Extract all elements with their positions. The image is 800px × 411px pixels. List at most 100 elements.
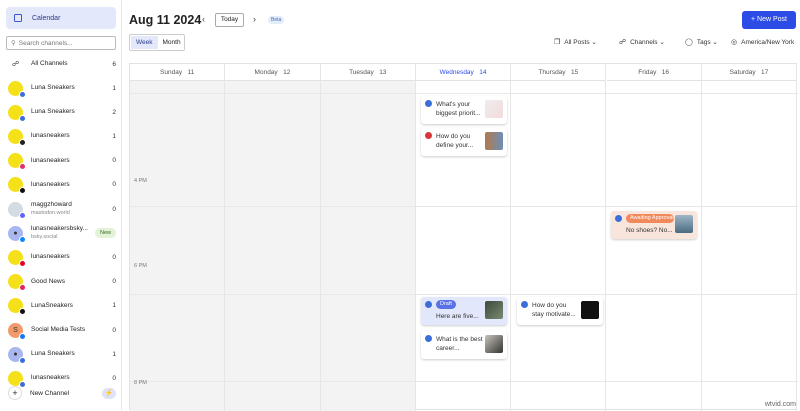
channel-item[interactable]: lunasneakers 0	[8, 175, 116, 195]
posts-icon: ❐	[554, 39, 561, 46]
search-channels[interactable]: ⚲	[6, 36, 116, 50]
time-label: 8 PM	[134, 380, 147, 386]
channel-item[interactable]: LunaSneakers 1	[8, 296, 116, 316]
platform-badge-icon	[19, 332, 26, 340]
channel-item[interactable]: maggzhoward mastodon.world 0	[8, 199, 116, 219]
channel-count: 1	[112, 302, 116, 310]
today-button[interactable]: Today	[215, 13, 244, 27]
platform-badge-icon	[19, 114, 26, 122]
channel-name: lunasneakers	[31, 180, 70, 188]
channel-name: maggzhoward mastodon.world	[31, 201, 104, 217]
channel-count: 2	[112, 108, 116, 116]
channels-filter[interactable]: ☍ Channels ⌄	[619, 38, 665, 47]
channel-name: Luna Sneakers	[31, 108, 75, 116]
channel-count: 0	[112, 278, 116, 286]
all-posts-filter[interactable]: ❐ All Posts ⌄	[554, 38, 597, 47]
prev-week-button[interactable]: ‹	[202, 14, 205, 24]
channel-name: lunasneakersbsky... bsky.social	[31, 225, 95, 241]
new-post-button[interactable]: + New Post	[742, 11, 796, 29]
beta-badge: Beta	[268, 16, 285, 24]
channel-name: Social Media Tests	[31, 326, 86, 333]
day-header: Friday 16	[606, 64, 701, 81]
channel-name: LunaSneakers	[31, 301, 73, 309]
channel-name: lunasneakers	[31, 132, 70, 140]
post-thumbnail	[581, 301, 599, 319]
post-thumbnail	[675, 215, 693, 233]
channel-avatar	[8, 274, 26, 292]
post-card[interactable]: How do you stay motivate...	[517, 297, 603, 325]
channel-item[interactable]: lunasneakers 0	[8, 151, 116, 171]
hour-line	[130, 206, 798, 207]
platform-badge-icon	[19, 235, 26, 243]
all-channels-item[interactable]: ☍ All Channels 6	[8, 54, 116, 74]
hour-line	[130, 294, 798, 295]
new-channel-button[interactable]: + New Channel ⚡	[8, 385, 116, 401]
channel-item[interactable]: ● lunasneakersbsky... bsky.social New	[8, 223, 116, 243]
channel-name: lunasneakers	[31, 253, 70, 261]
channels-icon: ☍	[619, 39, 627, 46]
post-text: What's your biggest priorit...	[436, 101, 481, 117]
channel-item[interactable]: lunasneakers 1	[8, 126, 116, 146]
post-text: How do you stay motivate...	[532, 302, 576, 318]
channel-count: 0	[112, 181, 116, 189]
channel-avatar	[8, 153, 26, 171]
post-thumbnail	[485, 301, 503, 319]
post-thumbnail	[485, 100, 503, 118]
post-card[interactable]: Awaiting Approval No shoes? No...	[611, 211, 697, 239]
day-column[interactable]: Sunday 11	[130, 64, 226, 411]
tags-filter[interactable]: ◯ Tags ⌄	[685, 38, 718, 47]
channel-item[interactable]: ● Luna Sneakers 1	[8, 344, 116, 364]
status-badge: Awaiting Approval	[626, 214, 674, 223]
post-text: No shoes? No...	[626, 227, 673, 234]
channel-avatar	[8, 177, 26, 195]
tag-icon: ◯	[685, 39, 693, 46]
day-column[interactable]: Monday 12	[225, 64, 321, 411]
day-header: Monday 12	[225, 64, 320, 81]
channel-item[interactable]: lunasneakers 0	[8, 247, 116, 267]
channel-item[interactable]: Luna Sneakers 1	[8, 78, 116, 98]
calendar-label: Calendar	[32, 14, 61, 22]
post-card[interactable]: How do you define your...	[421, 128, 507, 156]
bolt-icon[interactable]: ⚡	[102, 387, 116, 399]
filter-label: Tags	[696, 38, 711, 46]
filter-label: America/New York	[741, 38, 795, 46]
globe-icon: ◎	[731, 39, 738, 46]
time-label: 4 PM	[134, 178, 147, 184]
platform-badge-icon	[19, 90, 26, 98]
day-header: Sunday 11	[130, 64, 225, 81]
channels-icon: ☍	[8, 56, 23, 72]
post-card[interactable]: Draft Here are five...	[421, 297, 507, 325]
status-badge: Draft	[436, 300, 456, 309]
platform-icon	[425, 335, 432, 342]
next-week-button[interactable]: ›	[253, 14, 256, 24]
day-column[interactable]: Tuesday 13	[320, 64, 416, 411]
channel-count: 0	[112, 157, 116, 165]
channel-item[interactable]: Good News 0	[8, 272, 116, 292]
channel-avatar	[8, 104, 26, 122]
tab-month[interactable]: Month	[158, 36, 186, 49]
platform-badge-icon	[19, 356, 26, 364]
channel-name: Good News	[31, 277, 65, 285]
day-column[interactable]: Thursday 15	[511, 64, 607, 411]
post-thumbnail	[485, 335, 503, 353]
channel-avatar	[8, 298, 26, 316]
channel-count: 1	[112, 84, 116, 92]
post-card[interactable]: What's your biggest priorit...	[421, 96, 507, 124]
timezone-selector[interactable]: ◎ America/New York	[731, 38, 795, 47]
week-calendar: Sunday 11 Monday 12 Tuesday 13 Wednesday 14…	[129, 63, 798, 411]
sidebar: Calendar ⚲ ☍ All Channels 6 Luna Sneakers …	[0, 0, 122, 410]
channel-item[interactable]: Luna Sneakers 2	[8, 102, 116, 122]
platform-icon	[425, 132, 432, 139]
day-column[interactable]: Saturday 17	[701, 64, 798, 411]
channel-avatar	[8, 201, 26, 219]
channel-count: 1	[112, 132, 116, 140]
channel-avatar: ●	[8, 225, 26, 243]
new-channel-label: New Channel	[30, 389, 70, 397]
search-input[interactable]	[18, 39, 109, 47]
sidebar-item-calendar[interactable]: Calendar	[6, 7, 116, 29]
channel-name: All Channels	[31, 60, 68, 67]
tab-week[interactable]: Week	[131, 36, 158, 49]
post-card[interactable]: What is the best career...	[421, 331, 507, 359]
calendar-icon	[14, 14, 22, 22]
channel-item[interactable]: S Social Media Tests 0	[8, 320, 116, 340]
